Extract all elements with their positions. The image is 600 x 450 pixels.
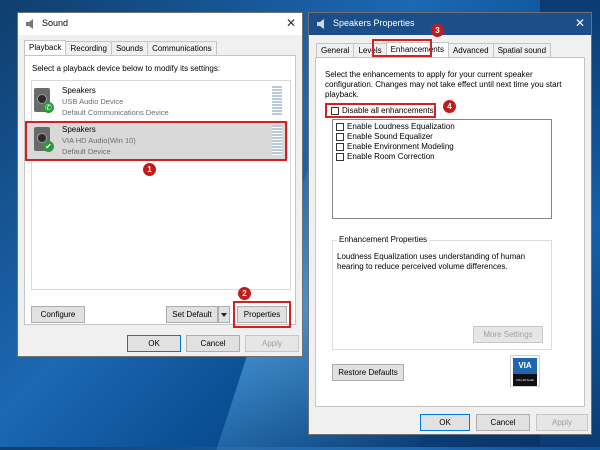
restore-defaults-button[interactable]: Restore Defaults (332, 364, 404, 381)
sound-window-title: Sound (42, 18, 69, 28)
tab-advanced[interactable]: Advanced (447, 43, 494, 58)
device-name: Speakers (62, 86, 96, 95)
highlight-device (25, 121, 287, 161)
more-settings-button[interactable]: More Settings (473, 326, 543, 343)
set-default-button[interactable]: Set Default (166, 306, 218, 323)
enhancement-item[interactable]: Enable Room Correction (336, 152, 435, 162)
close-icon[interactable]: ✕ (286, 16, 296, 30)
apply-button[interactable]: Apply (245, 335, 299, 352)
enhancement-label: Enable Room Correction (347, 152, 435, 161)
speaker-icon (317, 19, 324, 29)
enhancement-item[interactable]: Enable Sound Equalizer (336, 132, 433, 142)
tab-communications[interactable]: Communications (147, 41, 217, 56)
sound-titlebar[interactable]: Sound ✕ (18, 13, 302, 35)
properties-tabs: General Levels Enhancements Advanced Spa… (316, 42, 552, 59)
level-meter (272, 86, 282, 116)
enhancement-item[interactable]: Enable Loudness Equalization (336, 122, 455, 132)
annotation-badge-2: 2 (238, 287, 251, 300)
enhancements-description: Select the enhancements to apply for you… (325, 70, 562, 99)
properties-titlebar[interactable]: Speakers Properties ✕ (309, 13, 591, 35)
enhancement-label: Enable Sound Equalizer (347, 132, 433, 141)
device-status: Default Communications Device (62, 108, 169, 117)
configure-button[interactable]: Configure (31, 306, 85, 323)
enhancement-item[interactable]: Enable Environment Modeling (336, 142, 454, 152)
set-default-dropdown[interactable] (218, 306, 230, 323)
ok-button[interactable]: OK (127, 335, 181, 352)
checkbox[interactable] (336, 142, 344, 151)
highlight-properties (233, 301, 291, 328)
checkbox[interactable] (336, 132, 344, 141)
cancel-button[interactable]: Cancel (476, 414, 530, 431)
annotation-badge-4: 4 (443, 100, 456, 113)
close-icon[interactable]: ✕ (575, 16, 585, 30)
sound-tabs: Playback Recording Sounds Communications (24, 40, 217, 57)
highlight-disable-all (325, 103, 436, 118)
device-usb-speakers[interactable]: ✆ Speakers USB Audio Device Default Comm… (26, 82, 288, 120)
apply-button[interactable]: Apply (536, 414, 588, 431)
tab-spatial-sound[interactable]: Spatial sound (492, 43, 552, 58)
tab-general[interactable]: General (316, 43, 355, 58)
properties-window-title: Speakers Properties (333, 18, 415, 28)
enhancement-label: Enable Environment Modeling (347, 142, 454, 151)
checkbox[interactable] (336, 122, 344, 131)
highlight-enhancements-tab (372, 39, 432, 57)
enhancement-label: Enable Loudness Equalization (347, 122, 455, 131)
via-hd-audio-logo: VIA VIA HD Audio (510, 355, 540, 387)
cancel-button[interactable]: Cancel (186, 335, 240, 352)
playback-instruction: Select a playback device below to modify… (32, 64, 221, 73)
tab-recording[interactable]: Recording (65, 41, 112, 56)
phone-status-icon: ✆ (43, 102, 54, 113)
annotation-badge-1: 1 (143, 163, 156, 176)
ok-button[interactable]: OK (420, 414, 470, 431)
group-label: Enhancement Properties (337, 235, 430, 244)
device-driver: USB Audio Device (62, 97, 124, 106)
group-description: Loudness Equalization uses understanding… (337, 252, 526, 271)
checkbox[interactable] (336, 152, 344, 161)
tab-sounds[interactable]: Sounds (110, 41, 149, 56)
speaker-icon (26, 19, 33, 29)
annotation-badge-3: 3 (431, 24, 444, 37)
